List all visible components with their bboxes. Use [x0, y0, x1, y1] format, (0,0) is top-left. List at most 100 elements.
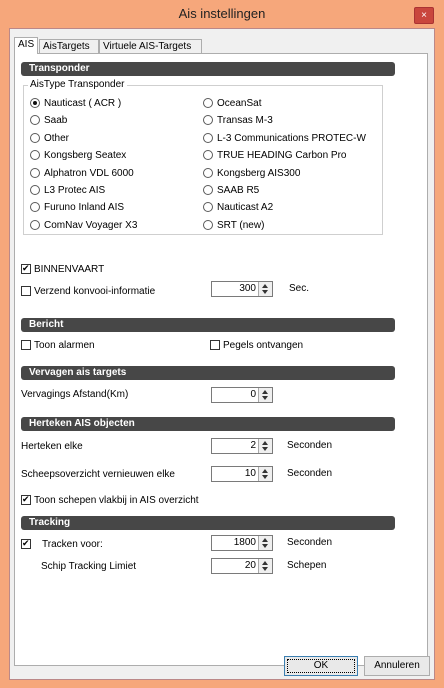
- herteken-elke-stepper[interactable]: 2: [211, 438, 273, 454]
- stepper-arrows[interactable]: [258, 282, 272, 296]
- radio-label: Nauticast ( ACR ): [44, 98, 122, 109]
- radio-furuno-inland-ais[interactable]: Furuno Inland AIS: [30, 201, 124, 214]
- radio-saab[interactable]: Saab: [30, 114, 67, 127]
- ok-button[interactable]: OK: [284, 656, 358, 676]
- radio-alphatron-vdl-6000[interactable]: Alphatron VDL 6000: [30, 167, 134, 180]
- checkbox-box[interactable]: [21, 340, 31, 350]
- arrow-down-icon[interactable]: [262, 290, 268, 294]
- radio-label: Kongsberg Seatex: [44, 150, 127, 162]
- stepper-arrows[interactable]: [258, 536, 272, 550]
- radio-circle[interactable]: [30, 219, 40, 230]
- radio-srt-new[interactable]: SRT (new): [203, 219, 264, 232]
- radio-kongsberg-seatex[interactable]: Kongsberg Seatex: [30, 149, 126, 162]
- tracken-voor-unit: Seconden: [287, 537, 333, 548]
- radio-l3-protec-ais[interactable]: L3 Protec AIS: [30, 184, 105, 197]
- binnenvaart-checkbox[interactable]: BINNENVAART: [21, 263, 104, 276]
- radio-saab-r5[interactable]: SAAB R5: [203, 184, 259, 197]
- stepper-arrows[interactable]: [258, 439, 272, 453]
- radio-label: L-3 Communications PROTEC-W: [217, 132, 366, 144]
- konvooi-interval-stepper[interactable]: 300: [211, 281, 273, 297]
- radio-circle[interactable]: [30, 98, 40, 108]
- tab-page-ais: Transponder AisType Transponder Nauticas…: [14, 53, 428, 666]
- scheepsoverzicht-unit: Seconden: [287, 468, 333, 479]
- radio-label: Alphatron VDL 6000: [44, 167, 134, 179]
- tracking-limiet-label: Schip Tracking Limiet: [41, 561, 137, 572]
- arrow-up-icon[interactable]: [262, 390, 268, 394]
- vervagings-afstand-label: Vervagings Afstand(Km): [21, 389, 129, 400]
- radio-circle[interactable]: [203, 167, 213, 178]
- radio-circle[interactable]: [203, 98, 213, 108]
- radio-circle[interactable]: [203, 115, 213, 126]
- radio-circle[interactable]: [30, 115, 40, 126]
- aistype-transponder-group: AisType Transponder Nauticast ( ACR ) Saa…: [23, 79, 383, 235]
- checkbox-box[interactable]: [21, 263, 31, 276]
- radio-label: SAAB R5: [217, 185, 260, 196]
- arrow-down-icon[interactable]: [262, 396, 268, 400]
- radio-transas-m-3[interactable]: Transas M-3: [203, 114, 273, 127]
- arrow-down-icon[interactable]: [262, 447, 268, 451]
- radio-oceansat[interactable]: OceanSat: [203, 97, 261, 110]
- tab-aistargets[interactable]: AisTargets: [39, 39, 99, 53]
- close-button[interactable]: ×: [414, 7, 434, 24]
- radio-nauticast-acr[interactable]: Nauticast ( ACR ): [30, 97, 121, 110]
- radio-nauticast-a2[interactable]: Nauticast A2: [203, 201, 273, 214]
- checkbox-box[interactable]: [21, 494, 31, 507]
- tracken-voor-stepper[interactable]: 1800: [211, 535, 273, 551]
- arrow-down-icon[interactable]: [262, 544, 268, 548]
- radio-label: ComNav Voyager X3: [44, 219, 138, 231]
- radio-l-3-communications-protec-w[interactable]: L-3 Communications PROTEC-W: [203, 132, 366, 145]
- group-label: AisType Transponder: [28, 79, 127, 90]
- checkbox-box[interactable]: [21, 286, 31, 296]
- arrow-up-icon[interactable]: [262, 538, 268, 542]
- scheepsoverzicht-stepper[interactable]: 10: [211, 466, 273, 482]
- radio-true-heading-carbon-pro[interactable]: TRUE HEADING Carbon Pro: [203, 149, 346, 162]
- stepper-arrows[interactable]: [258, 559, 272, 573]
- radio-comnav-voyager-x3[interactable]: ComNav Voyager X3: [30, 219, 137, 232]
- checkbox-box[interactable]: [21, 538, 31, 551]
- toon-alarmen-checkbox[interactable]: Toon alarmen: [21, 339, 95, 352]
- radio-other[interactable]: Other: [30, 132, 69, 145]
- radio-kongsberg-ais300[interactable]: Kongsberg AIS300: [203, 167, 300, 180]
- radio-circle[interactable]: [203, 202, 213, 213]
- radio-label: Furuno Inland AIS: [44, 202, 125, 214]
- radio-label: OceanSat: [217, 98, 262, 109]
- radio-circle[interactable]: [203, 185, 213, 195]
- tracken-voor-checkbox[interactable]: Tracken voor:: [21, 538, 103, 551]
- arrow-up-icon[interactable]: [262, 561, 268, 565]
- dialog-client-area: AIS AisTargets Virtuele AIS-Targets Tran…: [9, 28, 435, 680]
- radio-label: Other: [44, 132, 70, 144]
- arrow-down-icon[interactable]: [262, 567, 268, 571]
- tab-virtuele-ais-targets[interactable]: Virtuele AIS-Targets: [99, 39, 202, 53]
- radio-circle[interactable]: [30, 202, 40, 213]
- radio-circle[interactable]: [203, 132, 213, 143]
- ais-settings-window: Ais instellingen × AIS AisTargets Virtue…: [0, 0, 444, 688]
- section-herteken: Herteken AIS objecten: [21, 417, 395, 431]
- arrow-down-icon[interactable]: [262, 475, 268, 479]
- tracking-limiet-stepper[interactable]: 20: [211, 558, 273, 574]
- radio-label: Kongsberg AIS300: [217, 167, 301, 179]
- section-bericht: Bericht: [21, 318, 395, 332]
- pegels-ontvangen-checkbox[interactable]: Pegels ontvangen: [210, 339, 303, 352]
- toon-schepen-checkbox[interactable]: Toon schepen vlakbij in AIS overzicht: [21, 494, 199, 507]
- scheepsoverzicht-label: Scheepsoverzicht vernieuwen elke: [21, 469, 175, 480]
- arrow-up-icon[interactable]: [262, 284, 268, 288]
- konvooi-checkbox[interactable]: Verzend konvooi-informatie: [21, 285, 155, 298]
- radio-circle[interactable]: [30, 150, 40, 161]
- konvooi-unit: Sec.: [289, 283, 310, 294]
- stepper-arrows[interactable]: [258, 467, 272, 481]
- checkbox-box[interactable]: [210, 340, 220, 350]
- radio-circle[interactable]: [30, 167, 40, 178]
- radio-circle[interactable]: [203, 219, 213, 230]
- stepper-arrows[interactable]: [258, 388, 272, 402]
- arrow-up-icon[interactable]: [262, 441, 268, 445]
- title-bar[interactable]: Ais instellingen ×: [0, 0, 444, 28]
- radio-circle[interactable]: [30, 185, 40, 195]
- radio-circle[interactable]: [30, 132, 40, 143]
- radio-label: Saab: [44, 115, 68, 127]
- arrow-up-icon[interactable]: [262, 469, 268, 473]
- radio-label: Transas M-3: [217, 115, 273, 127]
- tab-ais[interactable]: AIS: [14, 37, 38, 54]
- cancel-button[interactable]: Annuleren: [364, 656, 430, 676]
- vervagings-afstand-stepper[interactable]: 0: [211, 387, 273, 403]
- radio-circle[interactable]: [203, 150, 213, 161]
